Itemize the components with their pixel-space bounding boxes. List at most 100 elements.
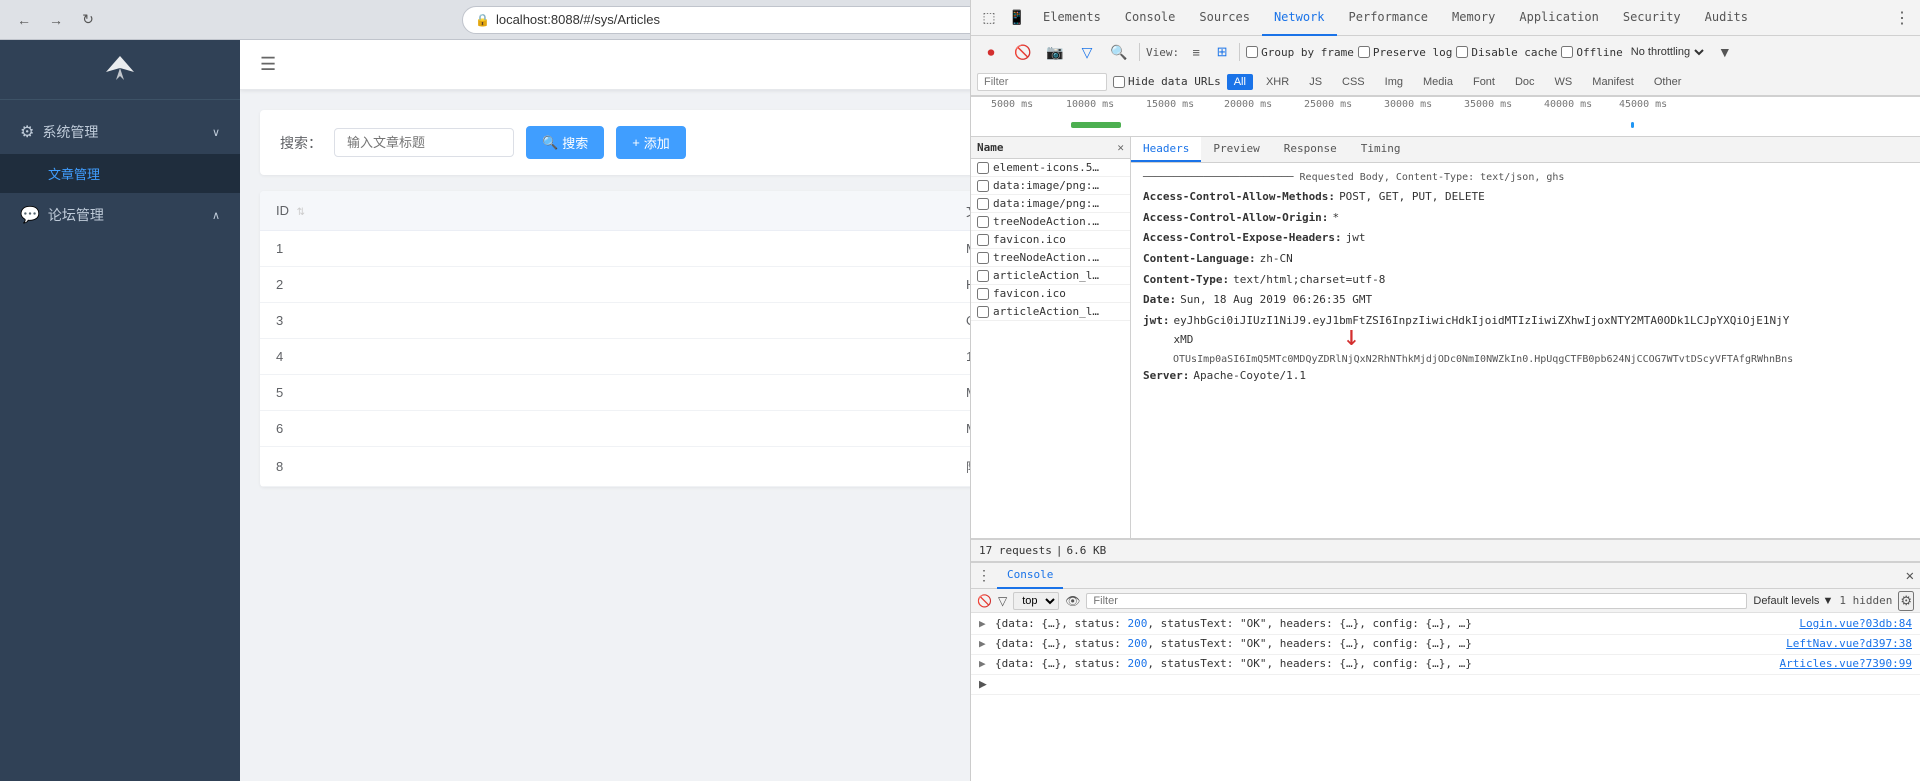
settings-button[interactable]: ⚙ xyxy=(1898,591,1914,611)
levels-button[interactable]: Default levels ▼ xyxy=(1753,595,1833,607)
offline-checkbox[interactable]: Offline xyxy=(1561,46,1622,59)
sidebar-item-sys-mgmt[interactable]: ⚙ 系统管理 ∨ xyxy=(0,110,240,154)
sidebar-item-article-mgmt[interactable]: 文章管理 xyxy=(0,154,240,193)
tab-console[interactable]: Console xyxy=(1113,0,1188,36)
cell-id: 8 xyxy=(260,447,950,487)
network-item[interactable]: element-icons.53... xyxy=(971,159,1130,177)
tab-application[interactable]: Application xyxy=(1507,0,1610,36)
console-log: ▶ {data: {…}, status: 200, statusText: "… xyxy=(971,613,1920,781)
filter-img-btn[interactable]: Img xyxy=(1378,74,1410,90)
waterfall-view-button[interactable]: ⊞ xyxy=(1211,41,1233,63)
filter-js-btn[interactable]: JS xyxy=(1302,74,1329,90)
hide-data-urls-checkbox[interactable]: Hide data URLs xyxy=(1113,75,1221,88)
console-filter-input[interactable] xyxy=(1086,593,1747,609)
context-select[interactable]: top xyxy=(1013,592,1059,610)
disable-cache-checkbox[interactable]: Disable cache xyxy=(1456,46,1557,59)
expand-arrow-icon[interactable]: ▶ xyxy=(979,657,991,670)
expand-arrow-icon[interactable]: ▶ xyxy=(979,637,991,650)
tab-network[interactable]: Network xyxy=(1262,0,1337,36)
devtools-device-icon[interactable]: 📱 xyxy=(1003,4,1031,32)
tab-timing[interactable]: Timing xyxy=(1349,137,1413,162)
filter-css-btn[interactable]: CSS xyxy=(1335,74,1372,90)
log-source[interactable]: Articles.vue?7390:99 xyxy=(1780,657,1912,670)
search-button[interactable]: 🔍 搜索 xyxy=(526,126,604,159)
clear-button[interactable]: 🚫 xyxy=(1009,38,1037,66)
filter-button[interactable]: ▽ xyxy=(1073,38,1101,66)
tab-elements[interactable]: Elements xyxy=(1031,0,1113,36)
network-item[interactable]: favicon.ico xyxy=(971,231,1130,249)
item-checkbox[interactable] xyxy=(977,198,989,210)
network-item[interactable]: favicon.ico xyxy=(971,285,1130,303)
throttle-dropdown[interactable]: ▼ xyxy=(1711,38,1739,66)
network-item[interactable]: articleAction_list... xyxy=(971,303,1130,321)
network-item[interactable]: data:image/png:... xyxy=(971,195,1130,213)
item-checkbox[interactable] xyxy=(977,162,989,174)
preserve-log-checkbox[interactable]: Preserve log xyxy=(1358,46,1452,59)
search-input[interactable] xyxy=(334,128,514,157)
camera-button[interactable]: 📷 xyxy=(1041,38,1069,66)
filter-all-btn[interactable]: All xyxy=(1227,74,1253,90)
console-eye-btn[interactable]: 👁 xyxy=(1065,594,1080,608)
item-checkbox[interactable] xyxy=(977,180,989,192)
tab-headers[interactable]: Headers xyxy=(1131,137,1201,162)
reload-button[interactable]: ↻ xyxy=(76,8,100,32)
record-button[interactable]: ⏺ xyxy=(977,38,1005,66)
tab-security[interactable]: Security xyxy=(1611,0,1693,36)
throttle-select[interactable]: No throttling xyxy=(1627,45,1707,59)
timeline-bar-green xyxy=(1071,122,1121,128)
network-item[interactable]: articleAction_list... xyxy=(971,267,1130,285)
view-label: View: xyxy=(1146,46,1179,59)
network-item[interactable]: treeNodeAction.a... xyxy=(971,249,1130,267)
sidebar-item-forum-mgmt[interactable]: 💬 论坛管理 ∧ xyxy=(0,193,240,237)
filter-media-btn[interactable]: Media xyxy=(1416,74,1460,90)
jwt-section: jwt: eyJhbGci0iJIUzI1NiJ9.eyJ1bmFtZSI6In… xyxy=(1143,312,1908,366)
hamburger-icon[interactable]: ☰ xyxy=(260,54,276,75)
network-item[interactable]: treeNodeAction.a... xyxy=(971,213,1130,231)
filter-font-btn[interactable]: Font xyxy=(1466,74,1502,90)
tab-memory[interactable]: Memory xyxy=(1440,0,1507,36)
add-button[interactable]: + 添加 xyxy=(616,126,686,159)
item-checkbox[interactable] xyxy=(977,216,989,228)
tab-audits[interactable]: Audits xyxy=(1693,0,1760,36)
console-tab[interactable]: Console xyxy=(997,563,1063,589)
search-network-button[interactable]: 🔍 xyxy=(1105,38,1133,66)
tab-preview[interactable]: Preview xyxy=(1201,137,1271,162)
network-filter-input[interactable] xyxy=(977,73,1107,91)
gear-icon: ⚙ xyxy=(20,122,34,142)
group-by-frame-checkbox[interactable]: Group by frame xyxy=(1246,46,1354,59)
header-name-lang: Content-Language: xyxy=(1143,250,1256,269)
devtools-more-menu[interactable]: ⋮ xyxy=(1888,4,1916,32)
tab-response[interactable]: Response xyxy=(1272,137,1349,162)
header-val-ctype: text/html;charset=utf-8 xyxy=(1233,271,1385,290)
list-view-button[interactable]: ≡ xyxy=(1185,41,1207,63)
network-list: Name ✕ element-icons.53... data:image/pn… xyxy=(971,137,1131,538)
console-filter-toggle-btn[interactable]: ▽ xyxy=(998,594,1007,608)
item-checkbox[interactable] xyxy=(977,252,989,264)
filter-xhr-btn[interactable]: XHR xyxy=(1259,74,1296,90)
back-button[interactable]: ← xyxy=(12,8,36,32)
filter-other-btn[interactable]: Other xyxy=(1647,74,1689,90)
console-close-button[interactable]: ✕ xyxy=(1906,568,1914,584)
item-checkbox[interactable] xyxy=(977,306,989,318)
network-item[interactable]: data:image/png:... xyxy=(971,177,1130,195)
filter-doc-btn[interactable]: Doc xyxy=(1508,74,1542,90)
devtools-cursor-icon[interactable]: ⬚ xyxy=(975,4,1003,32)
devtools-panel: ⬚ 📱 Elements Console Sources Network Per… xyxy=(970,0,1920,781)
expand-arrow-icon[interactable]: ▶ xyxy=(979,617,991,630)
log-source[interactable]: LeftNav.vue?d397:38 xyxy=(1786,637,1912,650)
console-prompt-input[interactable] xyxy=(991,677,1912,689)
log-source[interactable]: Login.vue?03db:84 xyxy=(1799,617,1912,630)
search-icon: 🔍 xyxy=(542,135,558,151)
close-details-button[interactable]: ✕ xyxy=(1117,141,1124,154)
col-id[interactable]: ID ⇅ xyxy=(260,191,950,231)
tab-performance[interactable]: Performance xyxy=(1337,0,1440,36)
forward-button[interactable]: → xyxy=(44,8,68,32)
console-drag-icon[interactable]: ⋮ xyxy=(977,568,991,584)
tab-sources[interactable]: Sources xyxy=(1187,0,1262,36)
filter-ws-btn[interactable]: WS xyxy=(1548,74,1580,90)
item-checkbox[interactable] xyxy=(977,288,989,300)
item-checkbox[interactable] xyxy=(977,270,989,282)
item-checkbox[interactable] xyxy=(977,234,989,246)
filter-manifest-btn[interactable]: Manifest xyxy=(1585,74,1641,90)
console-clear-btn[interactable]: 🚫 xyxy=(977,594,992,608)
